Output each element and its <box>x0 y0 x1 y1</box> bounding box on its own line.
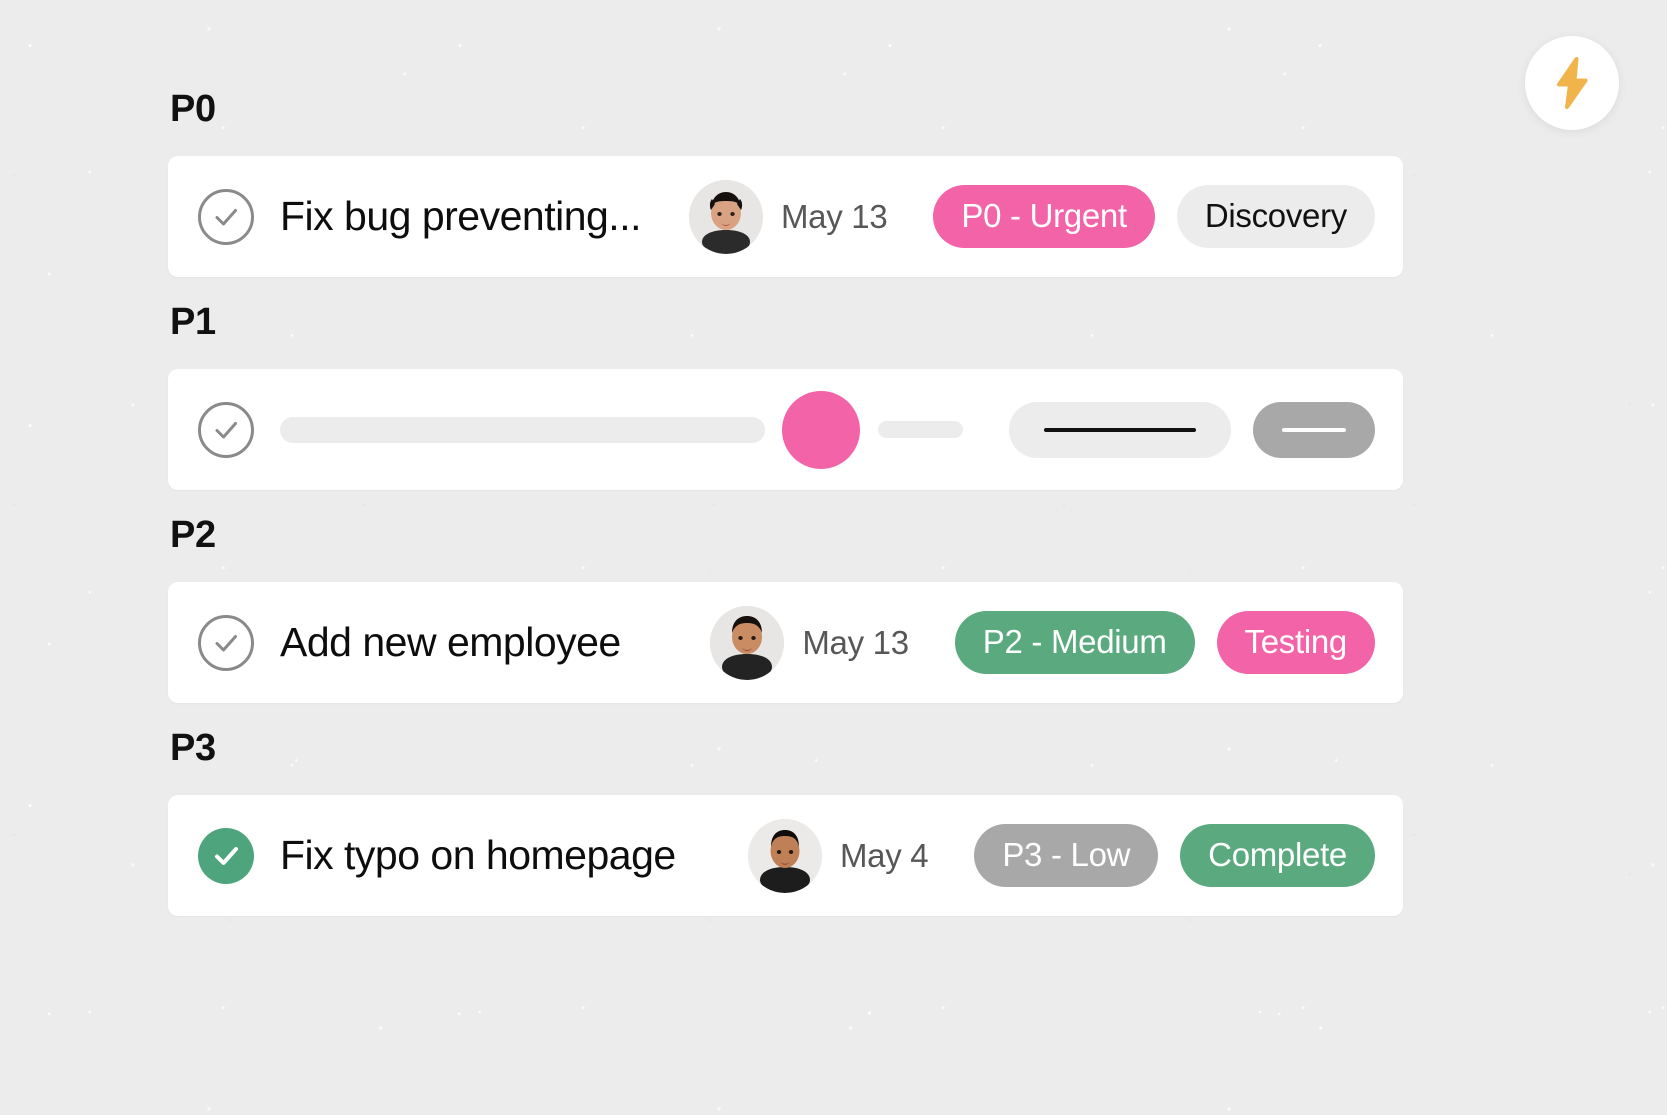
status-badge[interactable]: Complete <box>1180 824 1375 887</box>
avatar-placeholder <box>782 390 860 469</box>
priority-group-p3: P3 Fix typo on homepage May 4 P3 - Low C… <box>168 729 1403 916</box>
group-title: P1 <box>170 301 216 343</box>
task-date: May 13 <box>780 197 888 235</box>
task-checkbox[interactable] <box>198 401 254 458</box>
priority-group-p0: P0 Fix bug preventing... May 13 P0 - Urg… <box>168 90 1403 277</box>
task-row[interactable]: Add new employee May 13 P2 - Medium Test… <box>168 582 1403 703</box>
task-checkbox[interactable] <box>198 188 254 245</box>
group-title: P3 <box>170 727 216 769</box>
priority-badge-placeholder <box>1009 401 1231 458</box>
lightning-bolt-icon <box>1550 57 1594 109</box>
task-date: May 4 <box>839 836 929 874</box>
priority-badge[interactable]: P0 - Urgent <box>933 185 1155 248</box>
avatar[interactable] <box>747 818 822 893</box>
avatar[interactable] <box>688 179 763 254</box>
status-badge[interactable]: Testing <box>1216 611 1375 674</box>
lightning-action-button[interactable] <box>1525 36 1619 130</box>
task-row[interactable]: Fix typo on homepage May 4 P3 - Low Comp… <box>168 795 1403 916</box>
placeholder-line <box>1044 427 1196 432</box>
task-date: May 13 <box>802 623 909 661</box>
task-row-placeholder[interactable] <box>168 369 1403 490</box>
task-title: Fix bug preventing... <box>280 193 641 239</box>
task-title-placeholder <box>280 416 765 443</box>
placeholder-line <box>1282 427 1346 432</box>
priority-groups: P0 Fix bug preventing... May 13 P0 - Urg… <box>168 90 1403 916</box>
avatar[interactable] <box>710 605 785 680</box>
group-title: P0 <box>170 88 216 130</box>
task-checkbox[interactable] <box>198 827 254 884</box>
task-date-placeholder <box>878 421 963 438</box>
priority-group-p1: P1 <box>168 303 1403 490</box>
task-title: Add new employee <box>280 619 621 665</box>
group-title: P2 <box>170 514 216 556</box>
task-checkbox[interactable] <box>198 614 254 671</box>
task-board: P0 Fix bug preventing... May 13 P0 - Urg… <box>0 0 1667 1115</box>
status-badge-placeholder <box>1253 401 1375 458</box>
priority-group-p2: P2 Add new employee May 13 P2 - Medium T… <box>168 516 1403 703</box>
task-row[interactable]: Fix bug preventing... May 13 P0 - Urgent… <box>168 156 1403 277</box>
priority-badge[interactable]: P3 - Low <box>974 824 1159 887</box>
status-badge[interactable]: Discovery <box>1176 185 1375 248</box>
task-title: Fix typo on homepage <box>280 832 676 878</box>
priority-badge[interactable]: P2 - Medium <box>954 611 1195 674</box>
